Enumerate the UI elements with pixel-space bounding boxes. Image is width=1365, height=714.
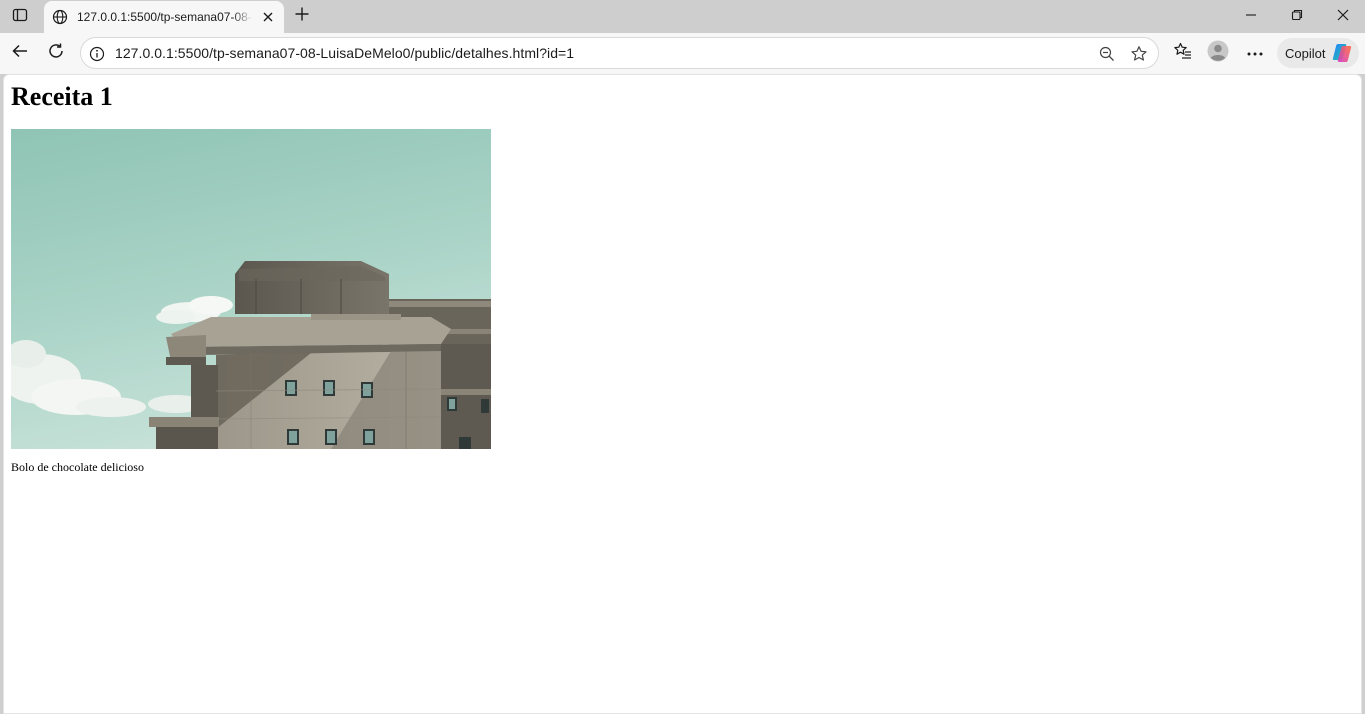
new-tab-button[interactable] xyxy=(290,4,314,28)
plus-icon xyxy=(294,6,310,27)
url-text[interactable]: 127.0.0.1:5500/tp-semana07-08-LuisaDeMel… xyxy=(115,45,574,61)
more-button[interactable] xyxy=(1240,38,1270,68)
info-icon[interactable] xyxy=(87,44,107,64)
browser-tab[interactable]: 127.0.0.1:5500/tp-semana07-08-LuisaDeMel… xyxy=(44,1,284,33)
back-button[interactable] xyxy=(5,38,35,68)
back-arrow-icon xyxy=(11,42,29,65)
restore-button[interactable] xyxy=(1274,0,1320,33)
favorites-button[interactable] xyxy=(1168,38,1198,68)
refresh-icon xyxy=(47,42,65,65)
close-icon[interactable] xyxy=(260,9,276,25)
recipe-title: Receita 1 xyxy=(11,82,113,111)
page-viewport: Receita 1 Bolo de chocolate delicioso xyxy=(3,74,1362,714)
window-close-icon xyxy=(1337,8,1349,26)
zoom-out-icon[interactable] xyxy=(1097,44,1117,64)
refresh-button[interactable] xyxy=(41,38,71,68)
profile-icon xyxy=(1207,40,1229,67)
tab-title: 127.0.0.1:5500/tp-semana07-08-LuisaDeMel… xyxy=(77,10,253,24)
recipe-image xyxy=(11,129,491,449)
tab-strip: 127.0.0.1:5500/tp-semana07-08-LuisaDeMel… xyxy=(0,0,1365,33)
minimize-icon xyxy=(1245,8,1257,26)
star-icon[interactable] xyxy=(1129,44,1149,64)
copilot-icon xyxy=(1331,42,1353,64)
browser-toolbar: 127.0.0.1:5500/tp-semana07-08-LuisaDeMel… xyxy=(0,33,1365,74)
minimize-button[interactable] xyxy=(1228,0,1274,33)
address-bar[interactable]: 127.0.0.1:5500/tp-semana07-08-LuisaDeMel… xyxy=(80,37,1159,69)
more-icon xyxy=(1246,44,1264,62)
copilot-button[interactable]: Copilot xyxy=(1277,38,1359,68)
globe-icon xyxy=(52,9,68,25)
copilot-label: Copilot xyxy=(1285,45,1326,61)
profile-button[interactable] xyxy=(1203,38,1233,68)
tab-actions-button[interactable] xyxy=(6,4,34,30)
window-close-button[interactable] xyxy=(1320,0,1365,33)
restore-icon xyxy=(1291,8,1303,26)
tab-actions-icon xyxy=(12,7,28,28)
favorites-icon xyxy=(1173,41,1193,66)
recipe-description: Bolo de chocolate delicioso xyxy=(11,460,144,474)
